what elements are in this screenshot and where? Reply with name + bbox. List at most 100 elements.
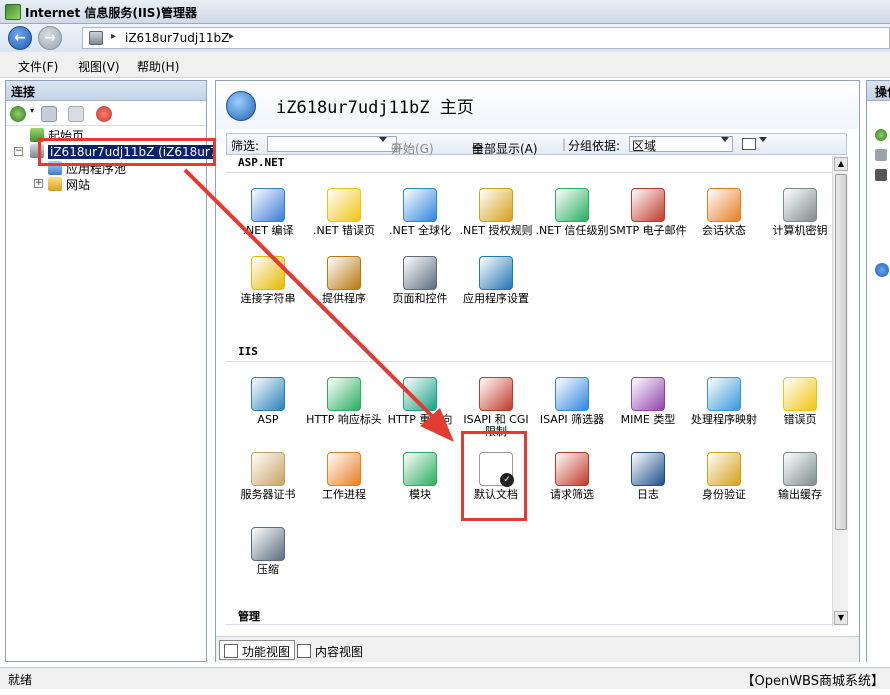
group-header[interactable]: IIS xyxy=(238,345,258,358)
handler-map-icon xyxy=(707,377,741,411)
feature-label: 工作进程 xyxy=(322,488,366,501)
restart-icon[interactable] xyxy=(875,129,887,141)
group-divider xyxy=(226,361,836,362)
group-by-select[interactable]: 区域 xyxy=(629,136,733,153)
cgi-restrict-icon xyxy=(479,377,513,411)
chevron-right-icon[interactable]: ▸ xyxy=(111,31,116,42)
feature-item[interactable]: HTTP 响应标头 xyxy=(304,377,384,447)
tab-features-view[interactable]: 功能视图 xyxy=(219,640,296,660)
feature-item[interactable]: ISAPI 筛选器 xyxy=(532,377,612,447)
warning-404-icon xyxy=(327,188,361,222)
feature-item[interactable]: MIME 类型 xyxy=(608,377,688,447)
help-icon[interactable] xyxy=(875,263,889,277)
feature-label: HTTP 响应标头 xyxy=(306,413,382,426)
feature-item[interactable]: 工作进程 xyxy=(304,452,384,522)
expand-toggle[interactable]: + xyxy=(34,179,43,188)
feature-item[interactable]: ASP xyxy=(228,377,308,447)
forward-button[interactable]: → xyxy=(38,26,62,50)
back-button[interactable]: ← xyxy=(8,26,32,50)
lock-document-icon xyxy=(479,188,513,222)
menu-view[interactable]: 视图(V) xyxy=(78,58,120,75)
features-view-icon xyxy=(224,644,238,658)
feature-item[interactable]: 输出缓存 xyxy=(760,452,836,522)
view-tabs: 功能视图 内容视图 xyxy=(216,636,859,662)
tree-label-sites: 网站 xyxy=(66,178,91,192)
feature-item[interactable]: 会话状态 xyxy=(684,188,764,258)
arrow-left-icon: ← xyxy=(14,30,26,46)
connect-globe-icon[interactable] xyxy=(10,106,26,122)
sites-folder-icon xyxy=(48,177,62,191)
feature-label: 计算机密钥 xyxy=(772,224,828,237)
scroll-up-icon[interactable]: ▲ xyxy=(834,157,848,171)
collapse-toggle[interactable]: − xyxy=(14,147,23,156)
feature-item[interactable]: 页面和控件 xyxy=(380,256,460,326)
feature-label: 模块 xyxy=(409,488,431,501)
chevron-down-icon[interactable] xyxy=(721,137,729,142)
content-view-icon xyxy=(297,644,311,658)
menu-file[interactable]: 文件(F) xyxy=(18,58,58,75)
arrow-right-icon: → xyxy=(44,30,56,46)
scroll-down-icon[interactable]: ▼ xyxy=(834,611,848,625)
filter-input[interactable] xyxy=(267,136,397,152)
toolbar-divider: | xyxy=(562,137,567,151)
feature-item[interactable]: 请求筛选 xyxy=(532,452,612,522)
feature-item[interactable]: 提供程序 xyxy=(304,256,384,326)
group-divider xyxy=(226,172,836,173)
feature-item[interactable]: .NET 错误页 xyxy=(304,188,384,258)
view-mode-icon[interactable] xyxy=(742,138,756,150)
feature-item[interactable]: 处理程序映射 xyxy=(684,377,764,447)
feature-item[interactable]: 服务器证书 xyxy=(228,452,308,522)
http-headers-icon xyxy=(327,377,361,411)
stop-icon[interactable] xyxy=(875,169,887,181)
feature-item[interactable]: 日志 xyxy=(608,452,688,522)
feature-item[interactable]: 连接字符串 xyxy=(228,256,308,326)
status-text: 就绪 xyxy=(8,673,33,687)
breadcrumb-server[interactable]: iZ618ur7udj11bZ xyxy=(125,31,229,45)
vertical-scrollbar[interactable]: ▲ ▼ xyxy=(832,156,848,626)
feature-label: 服务器证书 xyxy=(240,488,296,501)
feature-label: ISAPI 筛选器 xyxy=(539,413,605,426)
feature-item[interactable]: HTTP 重定向 xyxy=(380,377,460,447)
globe-icon xyxy=(403,188,437,222)
page-controls-icon xyxy=(403,256,437,290)
feature-label: .NET 信任级别 xyxy=(535,224,609,237)
feature-item[interactable]: .NET 全球化 xyxy=(380,188,460,258)
module-icon xyxy=(403,452,437,486)
filter-label: 筛选: xyxy=(231,139,260,153)
asp-globe-icon xyxy=(251,377,285,411)
group-header[interactable]: 管理 xyxy=(238,608,260,624)
feature-item[interactable]: 计算机密钥 xyxy=(760,188,836,258)
feature-item[interactable]: 身份验证 xyxy=(684,452,764,522)
chevron-down-icon[interactable] xyxy=(379,137,387,142)
up-folder-icon[interactable] xyxy=(68,106,84,122)
chevron-right-icon[interactable]: ▸ xyxy=(229,31,234,42)
feature-label: 连接字符串 xyxy=(240,292,296,305)
feature-label: 处理程序映射 xyxy=(691,413,757,426)
page-title: iZ618ur7udj11bZ 主页 xyxy=(276,98,474,118)
feature-item[interactable]: 错误页 xyxy=(760,377,836,447)
auth-user-icon xyxy=(707,452,741,486)
chevron-down-icon[interactable]: ▾ xyxy=(30,106,38,122)
feature-item[interactable]: .NET 授权规则 xyxy=(456,188,536,258)
feature-item[interactable]: SMTP 电子邮件 xyxy=(608,188,688,258)
feature-item[interactable]: 压缩 xyxy=(228,527,308,597)
feature-item[interactable]: 模块 xyxy=(380,452,460,522)
tab-content-view[interactable]: 内容视图 xyxy=(292,640,368,660)
address-field[interactable]: ▸ iZ618ur7udj11bZ ▸ xyxy=(82,27,890,49)
disconnect-icon[interactable] xyxy=(96,106,112,122)
start-icon[interactable] xyxy=(875,149,887,161)
scroll-thumb[interactable] xyxy=(835,174,847,530)
feature-item[interactable]: .NET 信任级别 xyxy=(532,188,612,258)
save-icon[interactable] xyxy=(41,106,57,122)
title-bar: Internet 信息服务(IIS)管理器 xyxy=(0,0,890,24)
chevron-down-icon[interactable] xyxy=(759,137,767,142)
feature-label: 应用程序设置 xyxy=(463,292,529,305)
feature-item[interactable]: 应用程序设置 xyxy=(456,256,536,326)
menu-help[interactable]: 帮助(H) xyxy=(137,58,179,75)
iis-app-icon xyxy=(5,4,21,20)
feature-item[interactable]: .NET 编译 xyxy=(228,188,308,258)
feature-label: HTTP 重定向 xyxy=(387,413,453,426)
tree-node-sites[interactable]: 网站 xyxy=(48,176,90,192)
group-header[interactable]: ASP.NET xyxy=(238,156,284,169)
feature-label: ASP xyxy=(257,413,279,426)
